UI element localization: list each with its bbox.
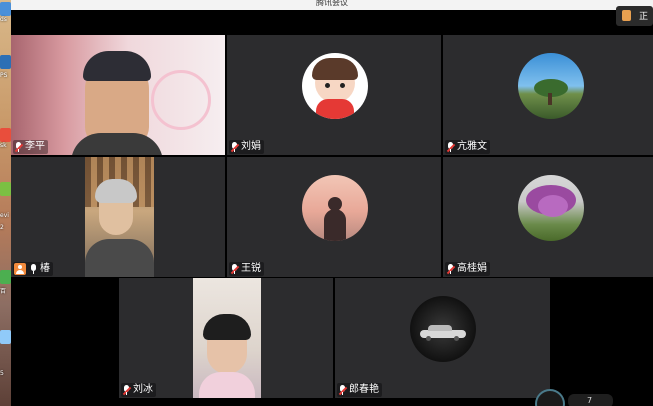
network-value: 7 <box>587 396 593 405</box>
desktop-icon-4[interactable] <box>0 182 11 196</box>
desktop-label: PS <box>0 72 8 79</box>
mic-muted-icon <box>446 141 456 153</box>
participant-tile-wang-rui[interactable]: 王锐 <box>227 157 441 277</box>
window-title: 腾讯会议 <box>316 0 348 7</box>
participant-tile-chun[interactable]: 椿 <box>11 157 225 277</box>
participant-name: 亢雅文 <box>457 141 487 152</box>
name-tag: 高桂娟 <box>445 262 490 276</box>
participant-tile-li-ping[interactable]: 李平 <box>11 35 225 155</box>
mic-muted-icon <box>122 384 132 396</box>
top-right-label: 正 <box>639 12 649 22</box>
participant-name: 刘冰 <box>133 384 153 395</box>
participant-name: 高桂娟 <box>457 263 487 274</box>
participant-name: 刘娟 <box>241 141 261 152</box>
name-tag: 刘冰 <box>121 383 156 397</box>
participant-tile-kang-ya-wen[interactable]: 亢雅文 <box>443 35 653 155</box>
name-tag: 郎春艳 <box>337 383 382 397</box>
cartoon-girl-avatar <box>302 53 368 119</box>
tree-landscape-avatar <box>518 53 584 119</box>
mic-muted-icon <box>230 263 240 275</box>
name-tag: 椿 <box>13 262 53 276</box>
desktop-label: 5 <box>0 370 4 377</box>
participant-name: 椿 <box>40 263 50 274</box>
desktop-label: 百 <box>0 288 7 295</box>
desktop-icon-5[interactable] <box>0 270 11 284</box>
participant-tile-liu-juan[interactable]: 刘娟 <box>227 35 441 155</box>
video-feed <box>85 157 154 277</box>
desktop-icon-6[interactable] <box>0 330 11 344</box>
video-feed <box>193 278 261 398</box>
title-bar[interactable]: 腾讯会议 <box>11 0 653 10</box>
desktop-icon-1[interactable] <box>0 2 11 16</box>
desktop-strip: ds PS sk evi 2 百 5 <box>0 0 11 406</box>
participant-tile-liu-bing[interactable]: 刘冰 <box>119 278 333 398</box>
desktop-label: evi <box>0 212 9 219</box>
desktop-icon-2[interactable] <box>0 55 11 69</box>
desktop-label: 2 <box>0 224 4 231</box>
sunset-silhouette-avatar <box>302 175 368 241</box>
participant-tile-gao-gui-juan[interactable]: 高桂娟 <box>443 157 653 277</box>
name-tag: 亢雅文 <box>445 140 490 154</box>
purple-blossom-tree-avatar <box>518 175 584 241</box>
mic-muted-icon <box>338 384 348 396</box>
participant-name: 郎春艳 <box>349 384 379 395</box>
name-tag: 王锐 <box>229 262 264 276</box>
mic-muted-icon <box>230 141 240 153</box>
host-badge-icon <box>14 263 26 275</box>
participant-name: 李平 <box>25 141 45 152</box>
desktop-label: ds <box>0 16 7 23</box>
desktop-label: sk <box>0 142 7 149</box>
mic-icon <box>29 263 38 275</box>
participant-name: 王锐 <box>241 263 261 274</box>
phone-icon <box>622 10 631 21</box>
mic-muted-icon <box>446 263 456 275</box>
mic-muted-icon <box>14 141 24 153</box>
car-dark-avatar <box>410 296 476 362</box>
participant-tile-lang-chun-yan[interactable]: 郎春艳 <box>335 278 550 398</box>
desktop-icon-3[interactable] <box>0 128 11 142</box>
name-tag: 刘娟 <box>229 140 264 154</box>
name-tag: 李平 <box>13 140 48 154</box>
video-feed <box>11 35 225 155</box>
